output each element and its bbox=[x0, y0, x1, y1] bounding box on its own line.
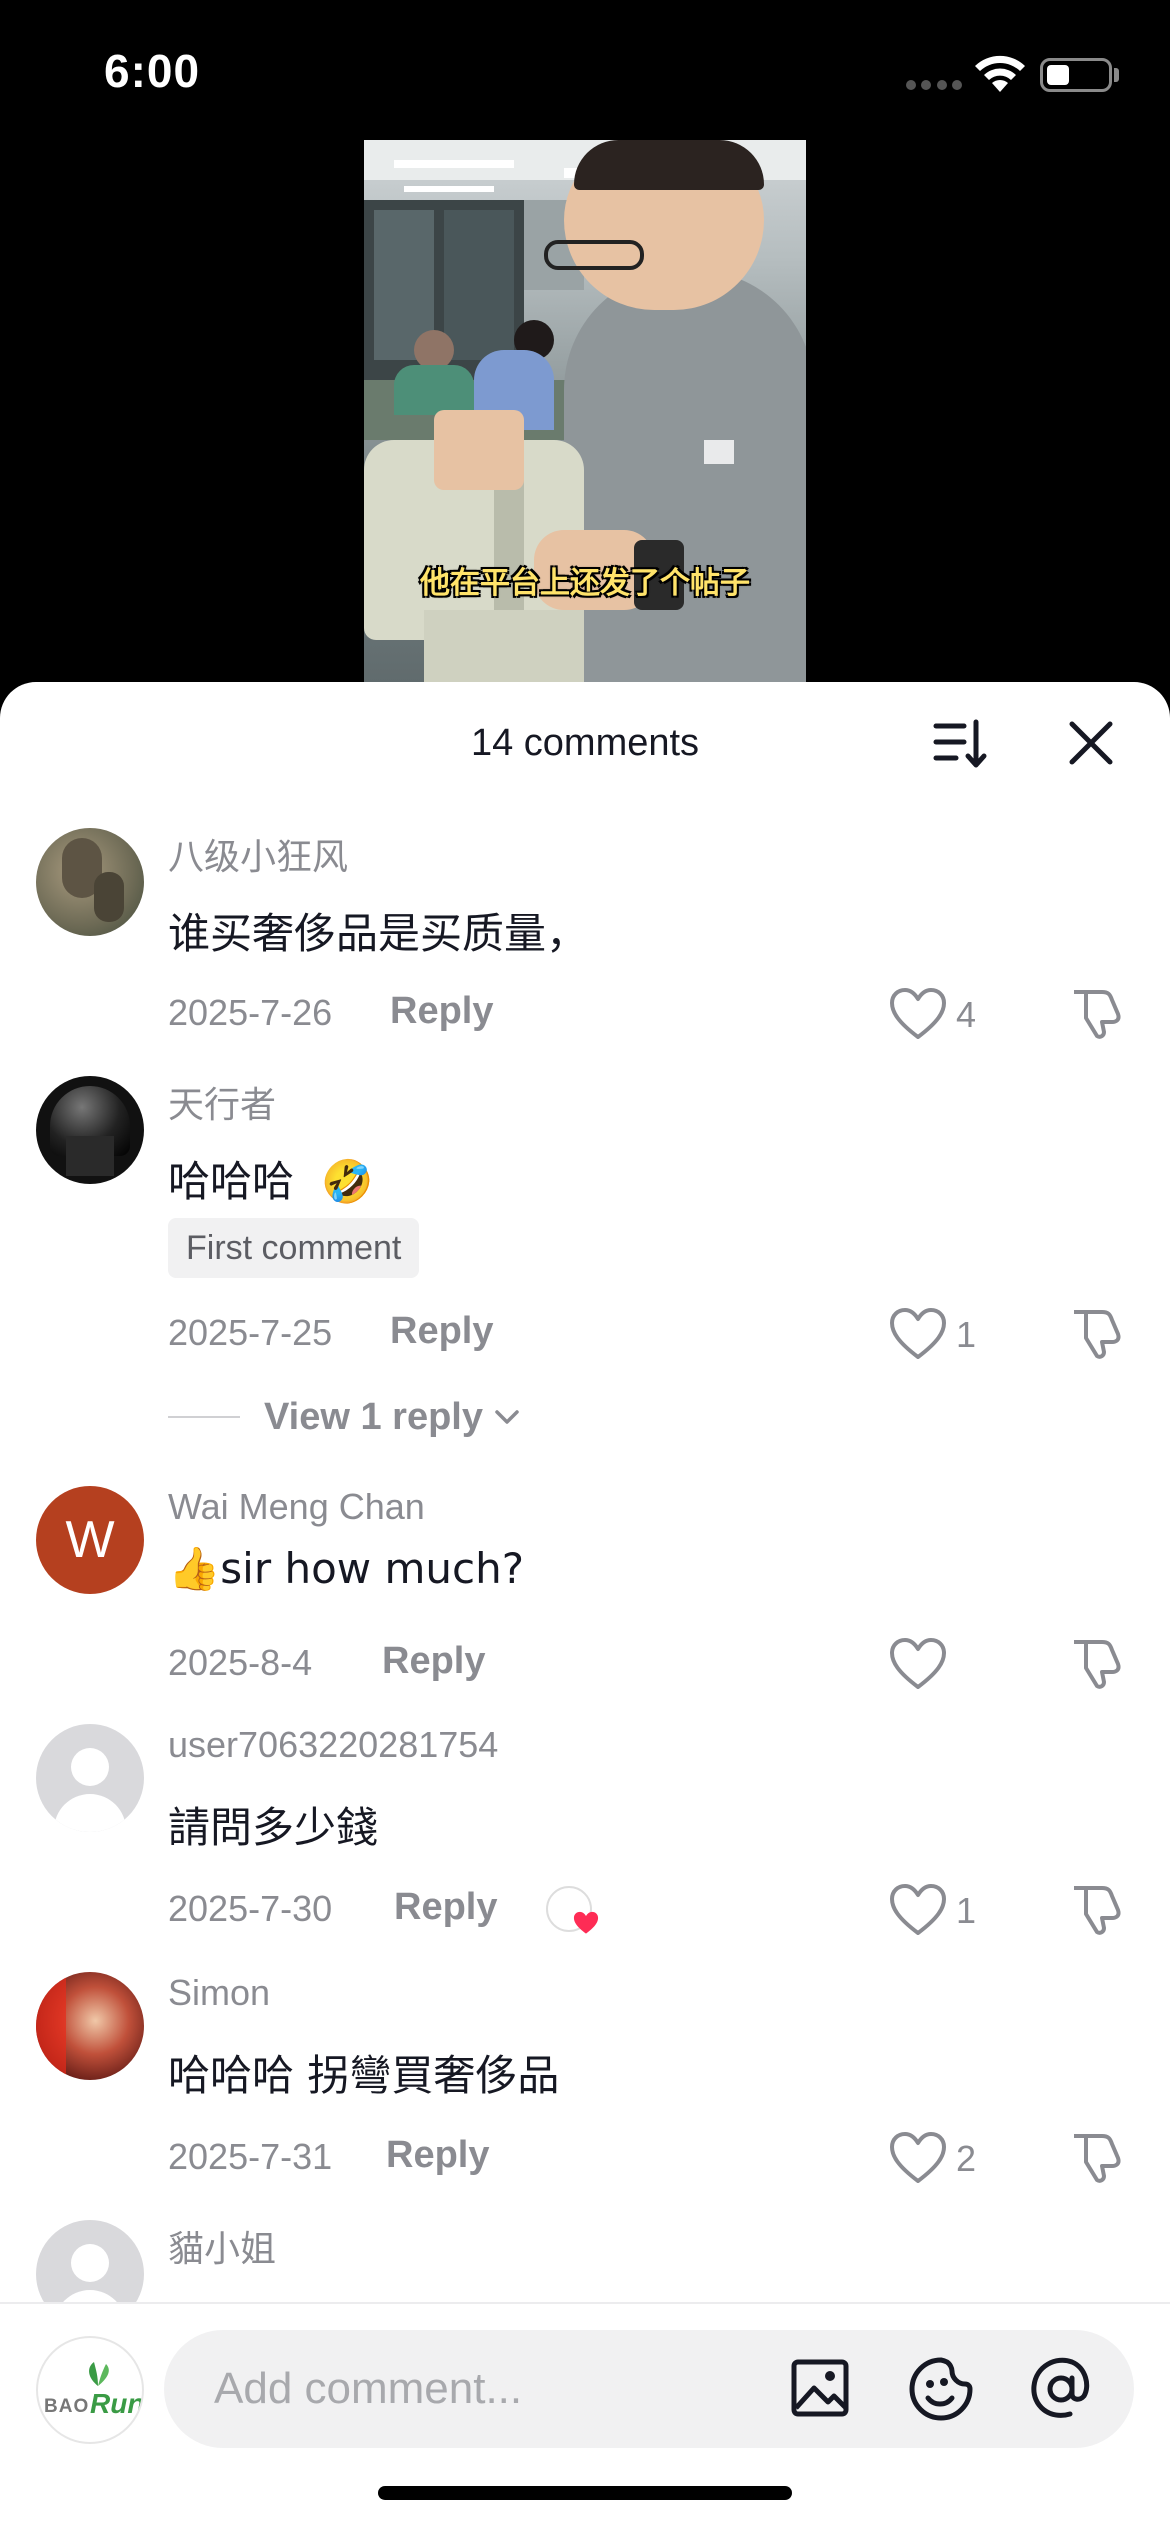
comment-username[interactable]: Wai Meng Chan bbox=[168, 1486, 425, 1528]
like-count: 2 bbox=[956, 2138, 977, 2179]
comment-username[interactable]: 天行者 bbox=[168, 1076, 276, 1128]
avatar[interactable] bbox=[36, 1076, 144, 1184]
comment-text: 哈哈哈 拐彎買奢侈品 bbox=[168, 2051, 560, 2100]
view-replies-button[interactable]: View 1 reply bbox=[168, 1392, 521, 1442]
comment-text: 👍sir how much? bbox=[168, 1544, 524, 1594]
heart-icon[interactable] bbox=[888, 2130, 948, 2186]
user-avatar[interactable]: BAO Run bbox=[36, 2336, 144, 2444]
divider bbox=[168, 1416, 240, 1418]
status-bar: 6:00 bbox=[0, 0, 1170, 140]
avatar-letter: W bbox=[65, 1511, 115, 1569]
avatar[interactable] bbox=[36, 828, 144, 936]
heart-icon[interactable] bbox=[888, 986, 948, 1042]
like-count: 4 bbox=[956, 994, 977, 1035]
comment-date: 2025-7-26 bbox=[168, 992, 333, 1033]
status-time: 6:00 bbox=[104, 45, 201, 97]
emoji-sticker-icon[interactable] bbox=[908, 2356, 974, 2422]
view-replies-label: View 1 reply bbox=[264, 1395, 483, 1438]
mention-icon[interactable] bbox=[1028, 2356, 1094, 2422]
home-indicator bbox=[378, 2486, 792, 2500]
wifi-icon bbox=[975, 55, 1025, 92]
avatar[interactable]: W bbox=[36, 1486, 144, 1594]
dislike-icon[interactable] bbox=[1068, 1632, 1126, 1690]
dislike-icon[interactable] bbox=[1068, 2126, 1126, 2184]
battery-tip bbox=[1114, 68, 1119, 82]
comment-text-body: 哈哈哈 bbox=[168, 1157, 295, 1206]
video-caption: 他在平台上还发了个帖子 bbox=[420, 566, 750, 601]
heart-icon bbox=[573, 1911, 599, 1934]
comment-date: 2025-8-4 bbox=[168, 1642, 313, 1683]
heart-icon[interactable] bbox=[888, 1882, 948, 1938]
comment-username[interactable]: 貓小姐 bbox=[168, 2220, 276, 2272]
dislike-icon[interactable] bbox=[1068, 982, 1126, 1040]
avatar[interactable] bbox=[36, 1972, 144, 2080]
reply-button[interactable]: Reply bbox=[382, 1640, 485, 1683]
dislike-icon[interactable] bbox=[1068, 1878, 1126, 1936]
rofl-emoji-icon: 🤣 bbox=[321, 1157, 374, 1206]
comment-text-body: sir how much? bbox=[220, 1544, 525, 1593]
comment-input-placeholder: Add comment... bbox=[214, 2364, 523, 2413]
thumbs-up-emoji-icon: 👍 bbox=[168, 1544, 221, 1593]
reply-button[interactable]: Reply bbox=[394, 1886, 497, 1929]
comment-date: 2025-7-31 bbox=[168, 2136, 333, 2177]
screen: 6:00 他在平台上还发了个帖子 14 comments 八级小狂风 谁买奢侈品… bbox=[0, 0, 1170, 2532]
battery-icon bbox=[1040, 58, 1112, 92]
dislike-icon[interactable] bbox=[1068, 1302, 1126, 1360]
comment-username[interactable]: user7063220281754 bbox=[168, 1724, 498, 1766]
like-count: 1 bbox=[956, 1314, 977, 1355]
like-count: 1 bbox=[956, 1890, 977, 1931]
reply-button[interactable]: Reply bbox=[390, 1310, 493, 1353]
close-icon[interactable] bbox=[1066, 718, 1116, 768]
avatar-text-left: BAO bbox=[44, 2396, 90, 2417]
chevron-down-icon bbox=[495, 1410, 519, 1424]
comment-item: 貓小姐 多少錢 bbox=[0, 2220, 1170, 2304]
leaf-icon bbox=[89, 2362, 109, 2386]
comment-text: 谁买奢侈品是买质量， bbox=[168, 909, 589, 958]
reply-button[interactable]: Reply bbox=[386, 2134, 489, 2177]
comment-text: 哈哈哈 🤣 bbox=[168, 1148, 374, 1209]
comments-count-title: 14 comments bbox=[470, 722, 700, 764]
comment-date: 2025-7-30 bbox=[168, 1888, 333, 1929]
sort-icon[interactable] bbox=[932, 718, 988, 770]
video-player[interactable]: 他在平台上还发了个帖子 bbox=[364, 140, 806, 740]
heart-icon[interactable] bbox=[888, 1636, 948, 1692]
avatar-text-right: Run bbox=[90, 2388, 144, 2419]
comment-username[interactable]: 八级小狂风 bbox=[168, 828, 348, 880]
image-icon[interactable] bbox=[790, 2358, 850, 2418]
comment-text: 請問多少錢 bbox=[168, 1803, 379, 1852]
comment-date: 2025-7-25 bbox=[168, 1312, 333, 1353]
avatar[interactable] bbox=[36, 1724, 144, 1832]
avatar[interactable] bbox=[36, 2220, 144, 2304]
comment-input[interactable]: Add comment... bbox=[164, 2330, 1134, 2448]
cellular-signal-icon bbox=[906, 80, 962, 92]
heart-icon[interactable] bbox=[888, 1306, 948, 1362]
reply-button[interactable]: Reply bbox=[390, 990, 493, 1033]
first-comment-badge: First comment bbox=[168, 1218, 420, 1278]
creator-liked-avatar bbox=[546, 1886, 599, 1934]
comment-username[interactable]: Simon bbox=[168, 1972, 270, 2014]
